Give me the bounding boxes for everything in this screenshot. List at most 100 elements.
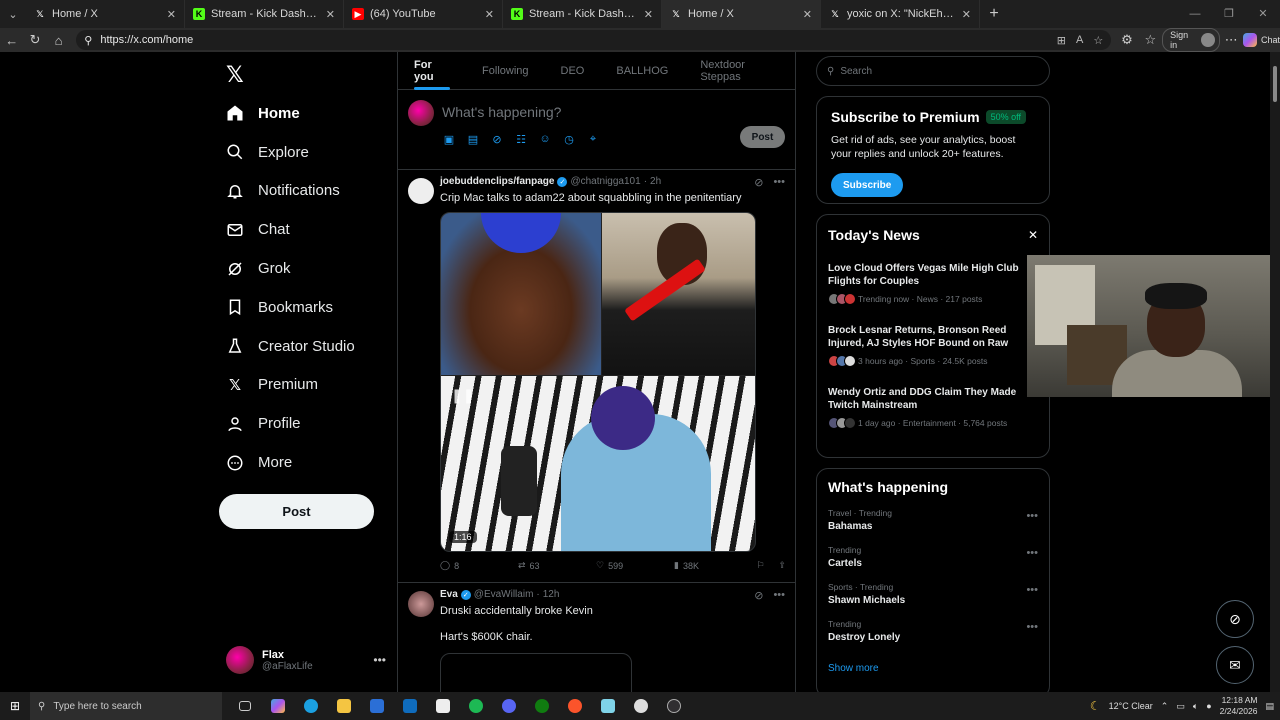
repost-button[interactable]: ⇄ 63 — [518, 560, 596, 571]
tweet[interactable]: Eva ✓ @EvaWillaim · 12h ⊘ ••• Druski acc… — [398, 583, 795, 692]
nav-item-grok[interactable]: Grok — [226, 249, 355, 288]
post-button[interactable]: Post — [219, 494, 374, 529]
more-dots-icon[interactable]: ••• — [773, 589, 785, 602]
close-tab-icon[interactable]: ✕ — [485, 8, 494, 21]
weather-text[interactable]: 12°C Clear — [1109, 701, 1153, 711]
microphone-icon[interactable]: ● — [1206, 701, 1211, 711]
xbox-icon[interactable] — [525, 692, 558, 720]
app-available-icon[interactable]: ⊞ — [1057, 34, 1066, 47]
sign-in-button[interactable]: Sign in — [1162, 28, 1220, 52]
close-tab-icon[interactable]: ✕ — [167, 8, 176, 21]
more-dots-icon[interactable]: ••• — [1026, 621, 1038, 633]
tweet[interactable]: joebuddenclips/fanpage ✓ @chatnigga101 ·… — [398, 170, 795, 583]
mail-app-icon[interactable] — [393, 692, 426, 720]
tweet-time[interactable]: 2h — [650, 176, 661, 187]
close-tab-icon[interactable]: ✕ — [644, 8, 653, 21]
author-name[interactable]: Eva — [440, 589, 458, 600]
nav-item-creator-studio[interactable]: Creator Studio — [226, 327, 355, 366]
clock[interactable]: 12:18 AM 2/24/2026 — [1220, 695, 1258, 717]
nav-item-notifications[interactable]: Notifications — [226, 172, 355, 211]
grok-icon[interactable]: ⊘ — [754, 176, 763, 189]
url-bar[interactable]: ⚲ https://x.com/home ⊞ A ☆ — [76, 30, 1112, 50]
close-tab-icon[interactable]: ✕ — [326, 8, 335, 21]
page-scrollbar[interactable] — [1270, 52, 1280, 692]
tweet-time[interactable]: 12h — [543, 589, 560, 600]
grok-icon[interactable]: ⊘ — [754, 589, 763, 602]
news-item[interactable]: Wendy Ortiz and DDG Claim They Made Twit… — [828, 386, 1038, 429]
news-item[interactable]: Love Cloud Offers Vegas Mile High Club F… — [828, 262, 1038, 305]
volume-icon[interactable]: 🔈︎ — [1193, 701, 1198, 712]
nav-item-more[interactable]: More — [226, 443, 355, 482]
close-window-icon[interactable]: ✕ — [1246, 0, 1280, 28]
tab-deo[interactable]: DEO — [545, 52, 601, 90]
notifications-icon[interactable]: ▤ — [1265, 701, 1274, 712]
tab-actions-icon[interactable]: ⌄ — [0, 0, 26, 28]
favorite-star-icon[interactable]: ☆ — [1093, 34, 1103, 47]
bookmark-icon[interactable]: ⚐ — [756, 560, 764, 571]
nav-item-explore[interactable]: Explore — [226, 133, 355, 172]
close-tab-icon[interactable]: ✕ — [803, 8, 812, 21]
browser-tab[interactable]: K Stream - Kick Dashboard ✕ — [503, 0, 662, 28]
tray-overflow-icon[interactable]: ⌃ — [1161, 701, 1169, 712]
refresh-icon[interactable]: ↻ — [23, 32, 46, 48]
notepad-icon[interactable] — [426, 692, 459, 720]
more-dots-icon[interactable]: ••• — [1026, 584, 1038, 596]
home-page-icon[interactable]: ⌂ — [47, 33, 70, 48]
subscribe-button[interactable]: Subscribe — [831, 173, 904, 197]
media-icon[interactable]: ▣ — [442, 132, 456, 146]
reply-button[interactable]: ◯ 8 — [440, 560, 518, 571]
site-info-icon[interactable]: ⚲ — [84, 34, 92, 47]
minimize-icon[interactable]: — — [1178, 0, 1212, 28]
views-button[interactable]: ▮ 38K — [674, 560, 754, 571]
share-icon[interactable]: ⇪ — [778, 560, 786, 571]
app-icon[interactable] — [624, 692, 657, 720]
store-icon[interactable] — [360, 692, 393, 720]
browser-tab[interactable]: K Stream - Kick Dashboard ✕ — [185, 0, 344, 28]
trend-item[interactable]: Trending Destroy Lonely ••• — [828, 619, 1038, 643]
more-dots-icon[interactable]: ••• — [373, 653, 386, 667]
favorites-icon[interactable]: ☆ — [1139, 32, 1162, 48]
grok-floating-button[interactable]: ⊘ — [1216, 600, 1254, 638]
nav-item-chat[interactable]: Chat — [226, 210, 355, 249]
extensions-icon[interactable]: ⚙ — [1115, 32, 1138, 48]
back-icon[interactable]: ← — [0, 33, 23, 48]
tab-nextdoor-steppas[interactable]: Nextdoor Steppas — [684, 52, 795, 90]
trend-item[interactable]: Trending Cartels ••• — [828, 545, 1038, 569]
author-name[interactable]: joebuddenclips/fanpage — [440, 176, 554, 187]
tab-following[interactable]: Following — [466, 52, 544, 90]
gif-icon[interactable]: ▤ — [466, 132, 480, 146]
poll-icon[interactable]: ☷ — [514, 132, 528, 146]
edge-browser-icon[interactable] — [294, 692, 327, 720]
discord-icon[interactable] — [492, 692, 525, 720]
copilot-app-icon[interactable] — [261, 692, 294, 720]
more-dots-icon[interactable]: ••• — [773, 176, 785, 189]
author-handle[interactable]: @EvaWillaim — [474, 589, 534, 600]
close-tab-icon[interactable]: ✕ — [962, 8, 971, 21]
copilot-chat-button[interactable]: Chat — [1242, 33, 1280, 47]
tweet-video[interactable]: ❚❚ 1:16 — [440, 212, 756, 552]
tab-for-you[interactable]: For you — [398, 52, 466, 90]
obs-icon[interactable] — [657, 692, 690, 720]
nav-item-bookmarks[interactable]: Bookmarks — [226, 288, 355, 327]
taskbar-search[interactable]: ⚲ Type here to search — [30, 692, 222, 720]
nav-item-premium[interactable]: 𝕏 Premium — [226, 366, 355, 405]
browser-tab[interactable]: 𝕏 yoxic on X: "NickEh30 a family frie ✕ — [821, 0, 980, 28]
compose-input[interactable]: What's happening? — [442, 104, 561, 120]
messages-floating-button[interactable]: ✉ — [1216, 646, 1254, 684]
tweet-media[interactable] — [440, 653, 632, 692]
nav-item-home[interactable]: Home — [226, 94, 355, 133]
new-tab-button[interactable]: + — [980, 5, 1008, 23]
pause-icon[interactable]: ❚❚ — [451, 387, 474, 404]
network-icon[interactable]: ▭ — [1176, 701, 1185, 712]
task-view-icon[interactable] — [228, 692, 261, 720]
show-more-link[interactable]: Show more — [828, 663, 1038, 674]
location-icon[interactable]: ⌖ — [586, 132, 600, 146]
like-button[interactable]: ♡ 599 — [596, 560, 674, 571]
scrollbar-thumb[interactable] — [1273, 66, 1277, 102]
browser-tab[interactable]: ▶ (64) YouTube ✕ — [344, 0, 503, 28]
spotify-icon[interactable] — [459, 692, 492, 720]
file-explorer-icon[interactable] — [327, 692, 360, 720]
windows-start-icon[interactable]: ⊞ — [0, 699, 30, 713]
grok-icon[interactable]: ⊘ — [490, 132, 504, 146]
news-item[interactable]: Brock Lesnar Returns, Bronson Reed Injur… — [828, 324, 1038, 367]
